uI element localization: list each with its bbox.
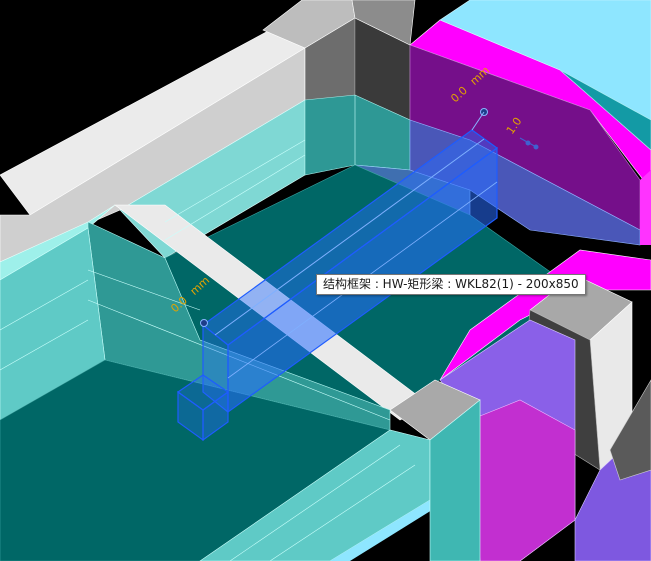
right-edge-magenta-block[interactable] xyxy=(640,170,651,245)
element-hover-tooltip: 结构框架 : HW-矩形梁 : WKL82(1) - 200x850 xyxy=(316,274,586,295)
revit-3d-viewport[interactable]: 0.0 mm 1.0 0.0 mm 结构框架 : HW-矩形梁 : WKL82(… xyxy=(0,0,651,561)
beam-end-grip-left[interactable] xyxy=(200,319,208,327)
